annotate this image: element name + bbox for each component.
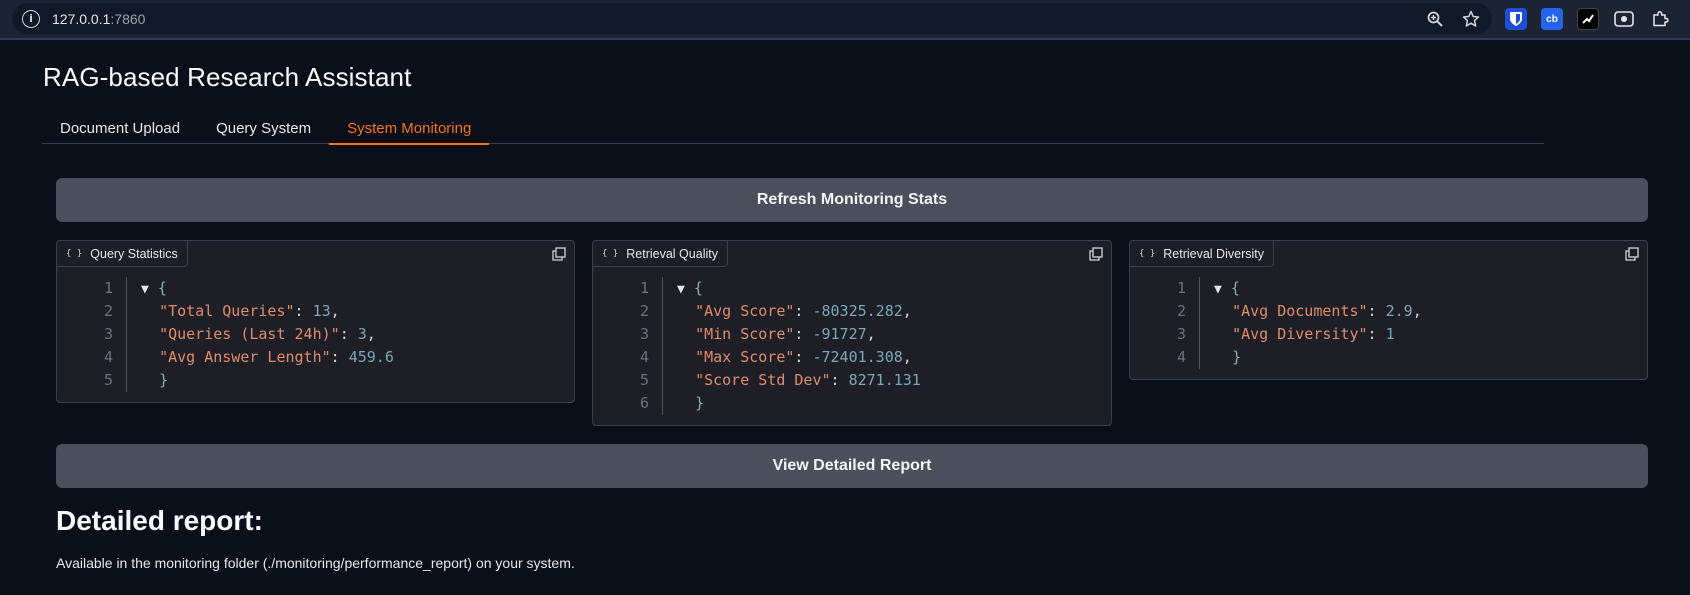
tab-document-upload[interactable]: Document Upload bbox=[42, 112, 198, 144]
query-statistics-panel: { } Query Statistics 1 ▼ { 2 "Total Queri… bbox=[56, 240, 575, 403]
bookmark-star-icon[interactable] bbox=[1460, 8, 1482, 30]
code-line: 3 "Min Score": -91727, bbox=[593, 323, 1111, 346]
code-line: 2 "Total Queries": 13, bbox=[57, 300, 574, 323]
collapse-arrow-icon[interactable]: ▼ bbox=[141, 282, 149, 297]
browser-toolbar: i 127.0.0.1:7860 cb bbox=[0, 0, 1690, 40]
retrieval-diversity-panel: { } Retrieval Diversity 1 ▼ { 2 "Avg Docu… bbox=[1129, 240, 1648, 380]
code-line: 1 ▼ { bbox=[593, 277, 1111, 300]
code-line: 5 "Score Std Dev": 8271.131 bbox=[593, 369, 1111, 392]
code-line: 6 } bbox=[593, 392, 1111, 415]
panel-label: { } Retrieval Quality bbox=[592, 240, 728, 267]
tab-query-system[interactable]: Query System bbox=[198, 112, 329, 144]
panel-label-text: Retrieval Quality bbox=[626, 246, 718, 261]
address-bar[interactable]: i 127.0.0.1:7860 bbox=[12, 3, 1492, 34]
panel-label-text: Retrieval Diversity bbox=[1163, 246, 1264, 261]
app-title: RAG-based Research Assistant bbox=[43, 62, 412, 92]
bitwarden-extension-icon[interactable] bbox=[1505, 8, 1527, 30]
collapse-arrow-icon[interactable]: ▼ bbox=[1214, 282, 1222, 297]
code-line: 3 "Queries (Last 24h)": 3, bbox=[57, 323, 574, 346]
url-text: 127.0.0.1:7860 bbox=[52, 10, 146, 27]
code-line: 2 "Avg Score": -80325.282, bbox=[593, 300, 1111, 323]
code-line: 4 "Max Score": -72401.308, bbox=[593, 346, 1111, 369]
report-heading: Detailed report: bbox=[56, 505, 263, 536]
copy-icon[interactable] bbox=[548, 243, 570, 265]
refresh-monitoring-stats-button[interactable]: Refresh Monitoring Stats bbox=[56, 178, 1648, 222]
zoom-icon[interactable] bbox=[1424, 8, 1446, 30]
panel-label: { } Query Statistics bbox=[56, 240, 188, 267]
tab-bar: Document Upload Query System System Moni… bbox=[42, 112, 1544, 145]
dark-extension-icon[interactable] bbox=[1577, 8, 1599, 30]
json-braces-icon: { } bbox=[602, 248, 619, 259]
copy-icon[interactable] bbox=[1085, 243, 1107, 265]
extensions-puzzle-icon[interactable] bbox=[1649, 8, 1671, 30]
json-braces-icon: { } bbox=[1139, 248, 1156, 259]
report-description: Available in the monitoring folder (./mo… bbox=[56, 555, 575, 571]
tab-system-monitoring[interactable]: System Monitoring bbox=[329, 112, 490, 145]
json-viewer: 1 ▼ { 2 "Avg Documents": 2.9, 3 "Avg Dive… bbox=[1130, 277, 1647, 369]
code-line: 4 } bbox=[1130, 346, 1647, 369]
json-viewer: 1 ▼ { 2 "Total Queries": 13, 3 "Queries (… bbox=[57, 277, 574, 392]
code-line: 1 ▼ { bbox=[57, 277, 574, 300]
info-icon[interactable]: i bbox=[22, 9, 40, 28]
code-line: 1 ▼ { bbox=[1130, 277, 1647, 300]
retrieval-quality-panel: { } Retrieval Quality 1 ▼ { 2 "Avg Score"… bbox=[592, 240, 1112, 426]
view-detailed-report-button[interactable]: View Detailed Report bbox=[56, 444, 1648, 488]
screen-capture-extension-icon[interactable] bbox=[1613, 8, 1635, 30]
json-braces-icon: { } bbox=[66, 248, 83, 259]
json-viewer: 1 ▼ { 2 "Avg Score": -80325.282, 3 "Min S… bbox=[593, 277, 1111, 415]
code-line: 5 } bbox=[57, 369, 574, 392]
code-line: 2 "Avg Documents": 2.9, bbox=[1130, 300, 1647, 323]
panel-label-text: Query Statistics bbox=[90, 246, 178, 261]
code-line: 3 "Avg Diversity": 1 bbox=[1130, 323, 1647, 346]
collapse-arrow-icon[interactable]: ▼ bbox=[677, 282, 685, 297]
code-line: 4 "Avg Answer Length": 459.6 bbox=[57, 346, 574, 369]
cb-extension-icon[interactable]: cb bbox=[1541, 8, 1563, 30]
copy-icon[interactable] bbox=[1621, 243, 1643, 265]
panel-label: { } Retrieval Diversity bbox=[1129, 240, 1274, 267]
